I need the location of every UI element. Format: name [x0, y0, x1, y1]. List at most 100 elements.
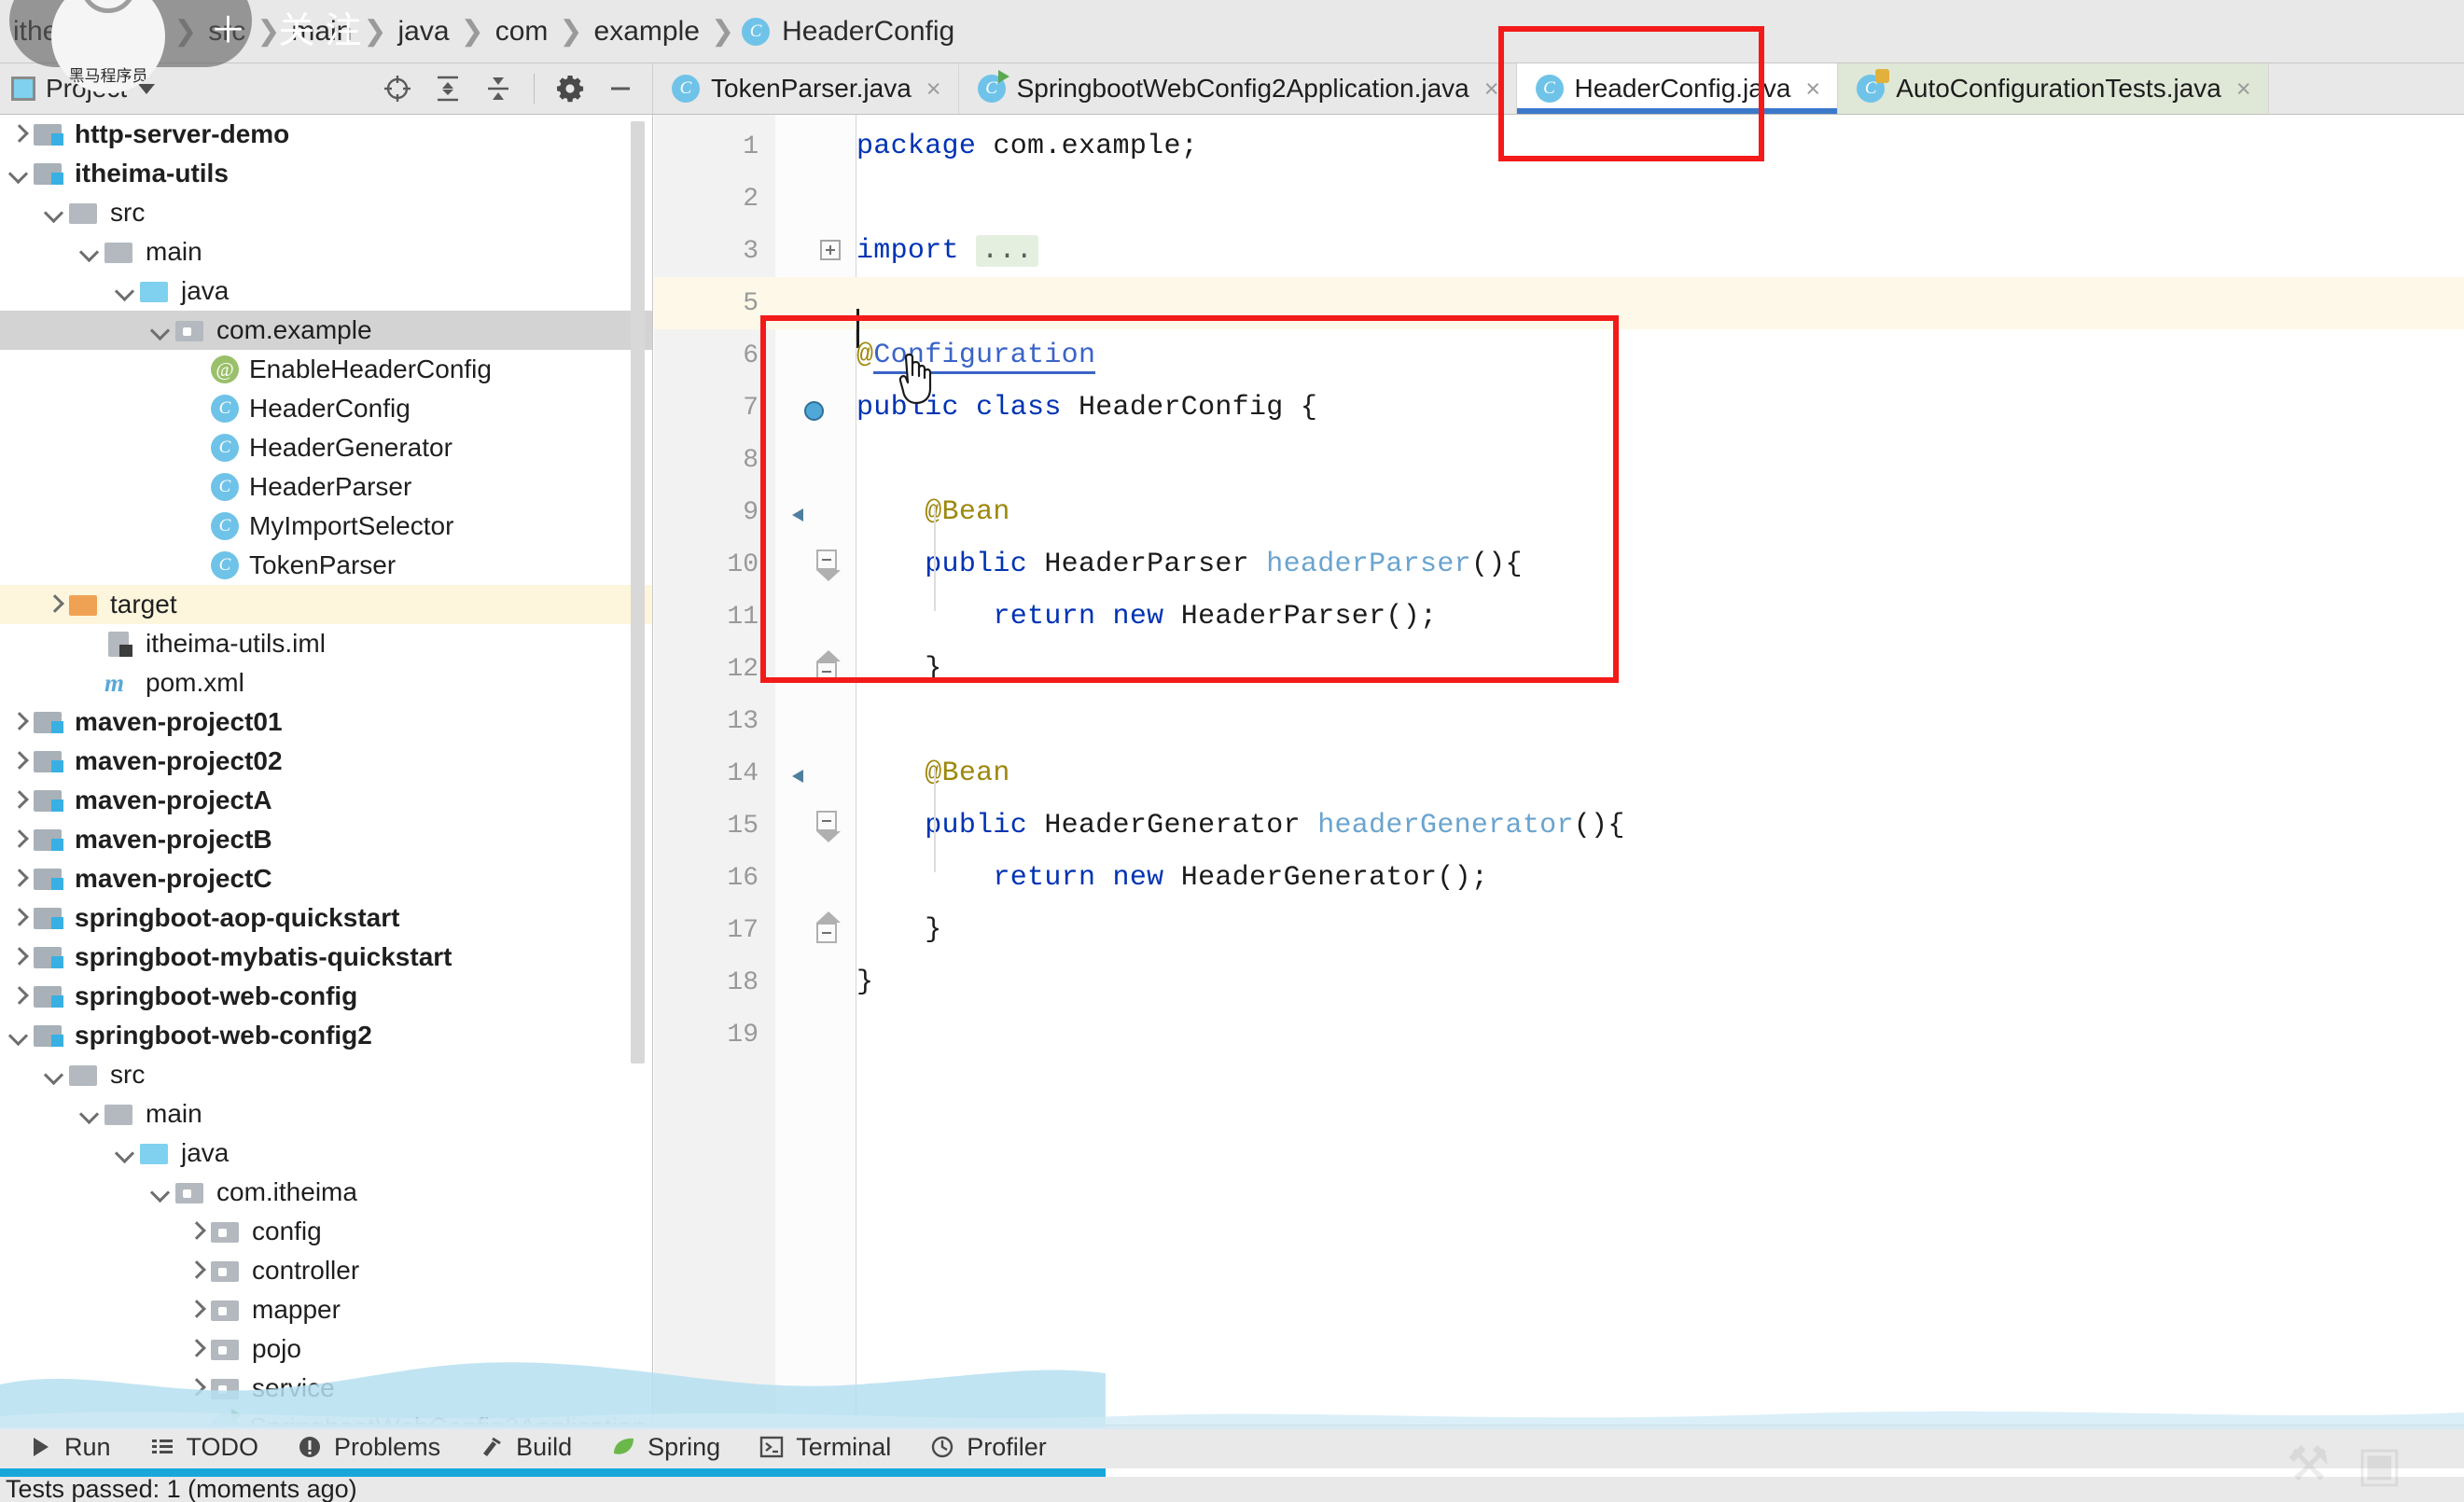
tree-item-http-server-demo[interactable]: http-server-demo	[0, 115, 652, 154]
code-editor[interactable]: 1 package com.example; 2 3 import ... 5 6 @Conf…	[654, 115, 2464, 1425]
chevron-down-icon[interactable]	[112, 279, 136, 303]
tree-item-itheima-utils[interactable]: itheima-utils	[0, 154, 652, 193]
chevron-down-icon[interactable]	[138, 83, 156, 94]
tree-item-java[interactable]: java	[0, 271, 652, 311]
gutter-marker[interactable]	[759, 329, 856, 382]
gutter-marker[interactable]	[759, 695, 856, 747]
code-line-1[interactable]: 1 package com.example;	[654, 120, 2464, 173]
close-icon[interactable]: ×	[2236, 76, 2251, 102]
tree-item-maven-projectc[interactable]: maven-projectC	[0, 859, 652, 898]
chevron-down-icon[interactable]	[41, 1063, 65, 1087]
chevron-down-icon[interactable]	[147, 1180, 172, 1204]
code-line-8[interactable]: 8	[654, 434, 2464, 486]
code-line-3[interactable]: 3 import ...	[654, 225, 2464, 277]
gutter-marker[interactable]	[759, 120, 856, 173]
code-line-2[interactable]: 2	[654, 173, 2464, 225]
gutter-marker[interactable]	[759, 538, 856, 591]
tool-window-button-build[interactable]: Build	[459, 1433, 591, 1462]
spring-bean-gutter-icon[interactable]	[792, 495, 824, 527]
expand-all-icon[interactable]	[433, 74, 463, 104]
close-icon[interactable]: ×	[1805, 76, 1820, 102]
gutter-marker[interactable]	[759, 486, 856, 538]
tree-item-springboot-web-config[interactable]: springboot-web-config	[0, 977, 652, 1016]
code-line-19[interactable]: 19	[654, 1008, 2464, 1061]
gutter-marker[interactable]	[759, 1008, 856, 1061]
spring-bean-gutter-icon[interactable]	[792, 391, 824, 423]
chevron-right-icon[interactable]	[183, 1376, 207, 1400]
editor-tab-headerconfig[interactable]: C HeaderConfig.java ×	[1516, 63, 1839, 114]
close-icon[interactable]: ×	[1484, 76, 1499, 102]
chevron-right-icon[interactable]	[183, 1298, 207, 1322]
chevron-right-icon[interactable]	[183, 1219, 207, 1244]
locate-icon[interactable]	[383, 74, 412, 104]
editor-tab-autoconfigurationtests[interactable]: C AutoConfigurationTests.java ×	[1838, 63, 2269, 114]
chevron-right-icon[interactable]	[6, 867, 30, 891]
tree-item-springboot-mybatis-quickstart[interactable]: springboot-mybatis-quickstart	[0, 938, 652, 977]
gutter-marker[interactable]	[759, 382, 856, 434]
chevron-right-icon[interactable]	[6, 906, 30, 930]
tree-item-myimportselector[interactable]: C MyImportSelector	[0, 507, 652, 546]
chevron-right-icon[interactable]	[6, 984, 30, 1008]
tree-item-springboot-web-config2[interactable]: springboot-web-config2	[0, 1016, 652, 1055]
tree-item-headerconfig[interactable]: C HeaderConfig	[0, 389, 652, 428]
chevron-down-icon[interactable]	[77, 240, 101, 264]
tree-item-maven-project02[interactable]: maven-project02	[0, 742, 652, 781]
tree-item-tokenparser[interactable]: C TokenParser	[0, 546, 652, 585]
fold-collapse-icon[interactable]	[816, 549, 841, 581]
tree-item-main[interactable]: main	[0, 232, 652, 271]
fold-region-end-icon[interactable]	[816, 911, 841, 943]
chevron-right-icon[interactable]	[6, 710, 30, 734]
tree-item-enableheaderconfig[interactable]: @ EnableHeaderConfig	[0, 350, 652, 389]
gutter-marker[interactable]	[759, 591, 856, 643]
code-line-14[interactable]: 14 @Bean	[654, 747, 2464, 800]
chevron-down-icon[interactable]	[77, 1102, 101, 1126]
gutter-marker[interactable]	[759, 747, 856, 800]
tool-window-button-run[interactable]: Run	[7, 1433, 130, 1462]
editor-tab-springbootwebconfig2application[interactable]: C SpringbootWebConfig2Application.java ×	[958, 63, 1517, 114]
code-line-12[interactable]: 12 }	[654, 643, 2464, 695]
tree-item-maven-project01[interactable]: maven-project01	[0, 702, 652, 742]
gutter-marker[interactable]	[759, 956, 856, 1008]
collapse-all-icon[interactable]	[483, 74, 513, 104]
tool-window-button-problems[interactable]: Problems	[277, 1433, 459, 1462]
code-line-17[interactable]: 17 }	[654, 904, 2464, 956]
gutter-marker[interactable]	[759, 800, 856, 852]
chevron-down-icon[interactable]	[112, 1141, 136, 1165]
chevron-right-icon[interactable]	[6, 788, 30, 813]
close-icon[interactable]: ×	[926, 76, 941, 102]
breadcrumb-item-java[interactable]: java	[395, 16, 453, 48]
tree-item-com-example[interactable]: com.example	[0, 311, 652, 350]
tree-item-controller[interactable]: controller	[0, 1251, 652, 1290]
chevron-right-icon[interactable]	[6, 749, 30, 773]
chevron-down-icon[interactable]	[41, 201, 65, 225]
tree-item-config[interactable]: config	[0, 1212, 652, 1251]
gutter-marker[interactable]	[759, 225, 856, 277]
project-tree-scrollbar[interactable]	[631, 121, 645, 1064]
code-line-15[interactable]: 15 public HeaderGenerator headerGenerato…	[654, 800, 2464, 852]
fold-collapse-icon[interactable]	[816, 811, 841, 842]
breadcrumb-item-example[interactable]: example	[591, 16, 703, 48]
tree-item-service[interactable]: service	[0, 1369, 652, 1408]
spring-bean-gutter-icon[interactable]	[792, 757, 824, 788]
tree-item-springboot-aop-quickstart[interactable]: springboot-aop-quickstart	[0, 898, 652, 938]
tree-item-maven-projecta[interactable]: maven-projectA	[0, 781, 652, 820]
tree-item-java[interactable]: java	[0, 1133, 652, 1173]
fold-expand-icon[interactable]	[820, 240, 841, 260]
gutter-marker[interactable]	[759, 904, 856, 956]
tool-window-button-spring[interactable]: Spring	[591, 1433, 739, 1462]
code-line-11[interactable]: 11 return new HeaderParser();	[654, 591, 2464, 643]
breadcrumb-item-headerconfig[interactable]: C HeaderConfig	[742, 16, 958, 48]
code-line-13[interactable]: 13	[654, 695, 2464, 747]
chevron-right-icon[interactable]	[183, 1259, 207, 1283]
project-tree[interactable]: http-server-demo itheima-utils src main java…	[0, 115, 653, 1425]
tool-window-button-todo[interactable]: TODO	[130, 1433, 278, 1462]
settings-gear-icon[interactable]	[555, 74, 585, 104]
tree-item-itheima-utils-iml[interactable]: itheima-utils.iml	[0, 624, 652, 663]
tree-item-main[interactable]: main	[0, 1094, 652, 1133]
tree-item-headerparser[interactable]: C HeaderParser	[0, 467, 652, 507]
editor-tab-tokenparser[interactable]: C TokenParser.java ×	[653, 63, 959, 114]
chevron-right-icon[interactable]	[6, 122, 30, 146]
tree-item-headergenerator[interactable]: C HeaderGenerator	[0, 428, 652, 467]
gutter-marker[interactable]	[759, 643, 856, 695]
gutter-marker[interactable]	[759, 173, 856, 225]
